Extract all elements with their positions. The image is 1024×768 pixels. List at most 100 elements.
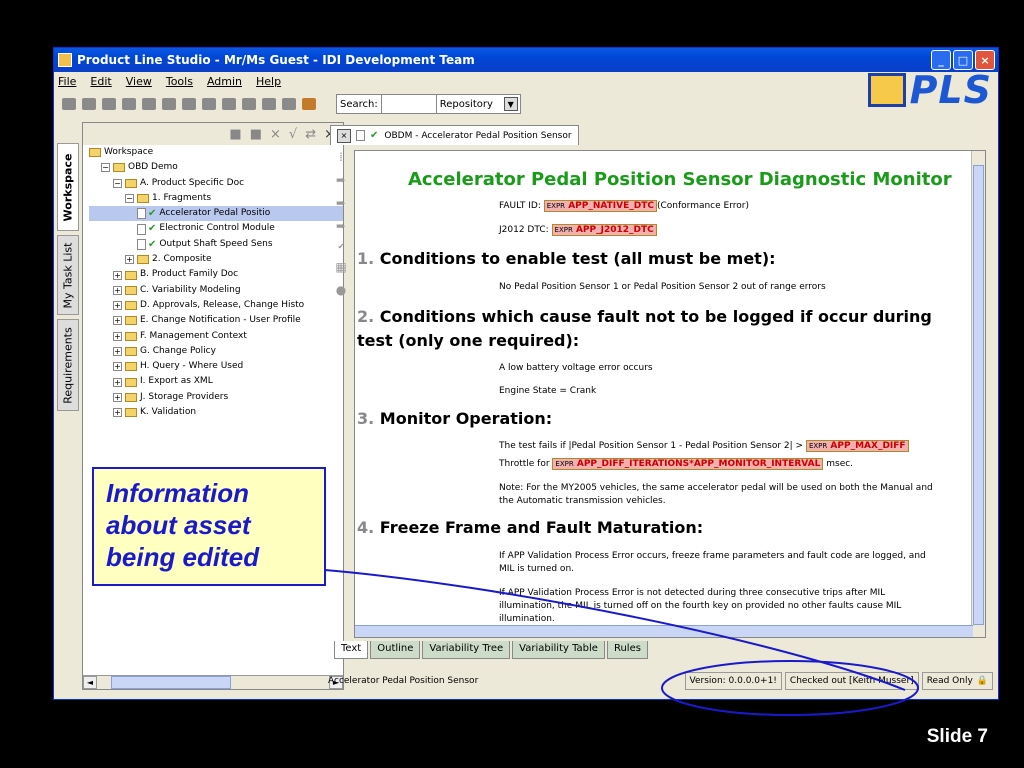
document-editor[interactable]: Accelerator Pedal Position Sensor Diagno… bbox=[354, 150, 986, 638]
tab-variability-tree[interactable]: Variability Tree bbox=[422, 641, 511, 659]
tab-outline[interactable]: Outline bbox=[370, 641, 421, 659]
expand-icon[interactable]: + bbox=[113, 392, 122, 402]
expand-icon[interactable]: + bbox=[113, 377, 122, 387]
tree-item-label: F. Management Context bbox=[140, 330, 247, 341]
expression-field[interactable]: EXPR APP_J2012_DTC bbox=[551, 224, 657, 236]
tree-item[interactable]: + H. Query - Where Used bbox=[89, 359, 343, 374]
close-button[interactable]: × bbox=[975, 50, 995, 70]
tab-workspace[interactable]: Workspace bbox=[57, 143, 79, 231]
tab-requirements[interactable]: Requirements bbox=[57, 319, 79, 411]
menu-help[interactable]: Help bbox=[256, 75, 281, 88]
minimize-button[interactable]: _ bbox=[931, 50, 951, 70]
arrow-right-icon[interactable]: ➨ bbox=[336, 219, 346, 233]
arrow-right-icon[interactable]: ➨ bbox=[336, 196, 346, 210]
tree-item[interactable]: +2. Composite bbox=[89, 252, 343, 267]
tree-item[interactable]: + B. Product Family Doc bbox=[89, 267, 343, 282]
menu-bar: File Edit View Tools Admin Help bbox=[54, 72, 998, 90]
scroll-thumb[interactable] bbox=[111, 676, 231, 689]
scroll-left-icon[interactable]: ◄ bbox=[83, 676, 97, 689]
tree-horizontal-scrollbar[interactable]: ◄ ► bbox=[83, 675, 343, 689]
info-callout: Information about asset being edited bbox=[92, 467, 326, 586]
editor-vertical-scrollbar[interactable] bbox=[971, 151, 985, 637]
tree-item[interactable]: Workspace bbox=[89, 145, 343, 160]
import-icon[interactable] bbox=[242, 98, 256, 110]
chevron-down-icon[interactable]: ▼ bbox=[503, 97, 518, 111]
save-icon[interactable] bbox=[222, 98, 236, 110]
gem-icon[interactable] bbox=[142, 98, 156, 110]
expand-icon[interactable]: + bbox=[113, 408, 122, 418]
list-icon[interactable] bbox=[162, 98, 176, 110]
tree-toolbar: ■ ■ × √ ⇄ × bbox=[83, 123, 343, 145]
export-icon[interactable] bbox=[262, 98, 276, 110]
expand-icon[interactable]: + bbox=[125, 255, 134, 265]
menu-view[interactable]: View bbox=[126, 75, 152, 88]
tree-item[interactable]: + D. Approvals, Release, Change Histo bbox=[89, 298, 343, 313]
spellcheck-icon[interactable]: ✔ bbox=[338, 242, 345, 251]
editor-horizontal-scrollbar[interactable] bbox=[355, 625, 973, 637]
tab-variability-table[interactable]: Variability Table bbox=[512, 641, 605, 659]
menu-edit[interactable]: Edit bbox=[90, 75, 111, 88]
expand-icon[interactable]: − bbox=[125, 194, 134, 204]
expand-icon[interactable]: + bbox=[113, 270, 122, 280]
expand-icon[interactable]: + bbox=[113, 347, 122, 356]
folder-icon bbox=[125, 347, 137, 356]
menu-admin[interactable]: Admin bbox=[207, 75, 242, 88]
expression-field[interactable]: EXPR APP_DIFF_ITERATIONS*APP_MONITOR_INT… bbox=[552, 458, 824, 470]
split-icon[interactable] bbox=[202, 98, 216, 110]
tree-item[interactable]: − OBD Demo bbox=[89, 160, 343, 175]
tree-item[interactable]: + I. Export as XML bbox=[89, 374, 343, 389]
cube-icon[interactable] bbox=[122, 98, 136, 110]
tree-item[interactable]: ✔ Output Shaft Speed Sens bbox=[89, 237, 343, 252]
view-tabs: Text Outline Variability Tree Variabilit… bbox=[334, 641, 648, 659]
tree-item[interactable]: + K. Validation bbox=[89, 405, 343, 420]
table-icon[interactable]: ▦ bbox=[335, 260, 346, 274]
section-2-text: Engine State = Crank bbox=[499, 386, 597, 396]
expand-icon[interactable]: + bbox=[113, 362, 122, 372]
expand-icon[interactable]: − bbox=[113, 178, 122, 188]
expand-icon[interactable]: + bbox=[113, 331, 122, 341]
expand-icon[interactable]: + bbox=[113, 301, 122, 311]
folder-icon[interactable]: ■ bbox=[229, 127, 241, 142]
close-tab-icon[interactable]: × bbox=[337, 128, 351, 143]
tree-item[interactable]: + C. Variability Modeling bbox=[89, 283, 343, 298]
user-icon[interactable] bbox=[302, 98, 316, 110]
scroll-thumb[interactable] bbox=[973, 165, 984, 625]
check-icon[interactable]: √ bbox=[289, 127, 297, 142]
document-icon bbox=[137, 223, 146, 235]
forward-icon[interactable] bbox=[82, 98, 96, 110]
search-input[interactable] bbox=[381, 95, 436, 113]
tree-item[interactable]: + G. Change Policy bbox=[89, 344, 343, 359]
expand-icon[interactable]: − bbox=[101, 163, 110, 173]
print-icon[interactable] bbox=[282, 98, 296, 110]
expand-icon[interactable]: + bbox=[113, 316, 122, 326]
delete-icon[interactable]: × bbox=[270, 127, 281, 142]
tree-item[interactable]: ✔ Accelerator Pedal Positio bbox=[89, 206, 343, 222]
cube-icon[interactable] bbox=[102, 98, 116, 110]
tree-item[interactable]: + E. Change Notification - User Profile bbox=[89, 313, 343, 328]
expand-icon[interactable]: + bbox=[113, 285, 122, 295]
tab-my-task-list[interactable]: My Task List bbox=[57, 235, 79, 315]
arrow-left-icon[interactable]: ➨ bbox=[336, 173, 346, 187]
editor-tab[interactable]: × ✔ OBDM - Accelerator Pedal Position Se… bbox=[330, 125, 579, 145]
tree-item[interactable]: ✔ Electronic Control Module bbox=[89, 221, 343, 236]
maximize-button[interactable]: □ bbox=[953, 50, 973, 70]
back-icon[interactable] bbox=[62, 98, 76, 110]
folder-icon bbox=[125, 331, 137, 341]
tab-rules[interactable]: Rules bbox=[606, 641, 648, 659]
document-icon bbox=[137, 208, 146, 220]
expression-field[interactable]: EXPR APP_NATIVE_DTC bbox=[543, 200, 657, 212]
menu-tools[interactable]: Tools bbox=[166, 75, 193, 88]
dot-icon[interactable]: ● bbox=[336, 283, 346, 297]
expression-field[interactable]: EXPR APP_MAX_DIFF bbox=[805, 440, 909, 452]
tree-item[interactable]: + J. Storage Providers bbox=[89, 390, 343, 405]
refresh-icon[interactable]: ⇄ bbox=[305, 127, 316, 142]
tree-item[interactable]: + F. Management Context bbox=[89, 329, 343, 344]
menu-file[interactable]: File bbox=[58, 75, 76, 88]
list-icon[interactable] bbox=[182, 98, 196, 110]
tree-item[interactable]: − A. Product Specific Doc bbox=[89, 176, 343, 191]
search-scope-select[interactable]: Repository ▼ bbox=[435, 95, 520, 113]
folder-icon[interactable]: ■ bbox=[250, 127, 262, 142]
tab-text[interactable]: Text bbox=[334, 641, 369, 659]
tree-item-label: A. Product Specific Doc bbox=[140, 177, 245, 188]
tree-item[interactable]: − 1. Fragments bbox=[89, 191, 343, 206]
